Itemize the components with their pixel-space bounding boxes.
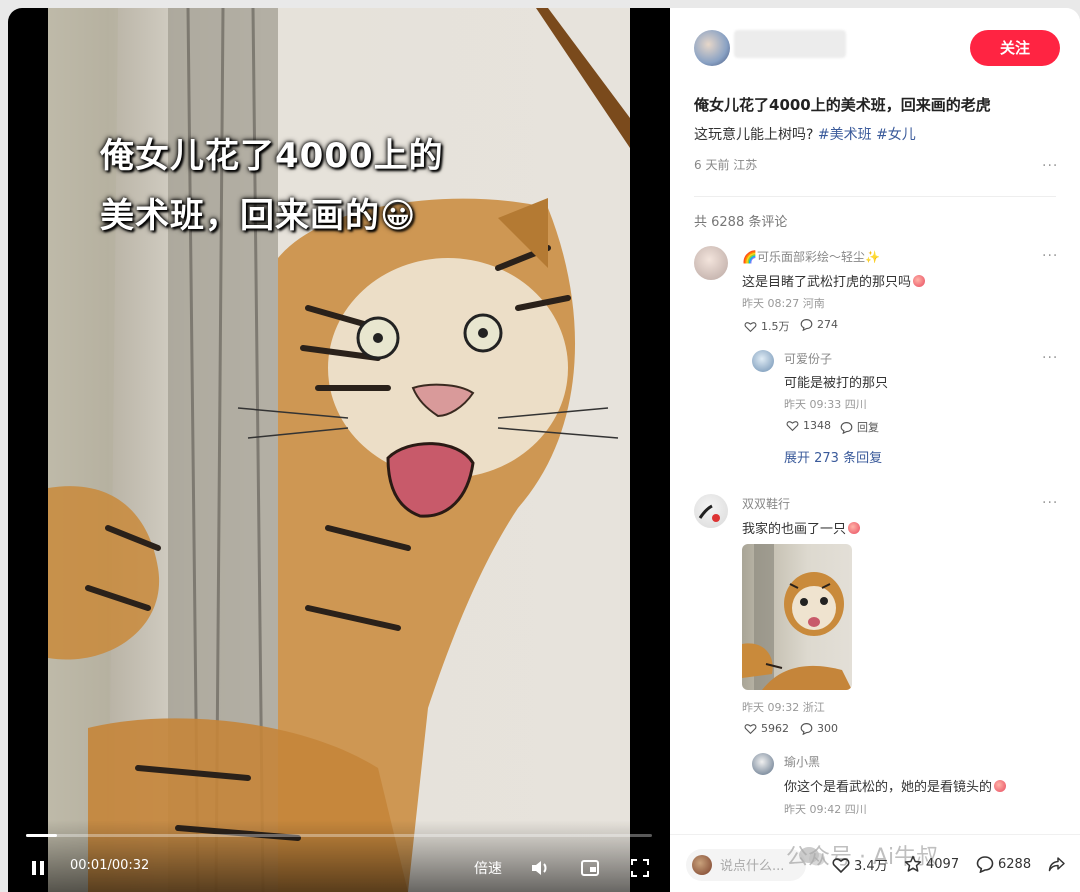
comment-image-tiger[interactable] [742, 544, 852, 690]
commenter-name[interactable]: 瑜小黑 [784, 753, 820, 770]
video-caption-overlay: 俺女儿花了4000上的 美术班，回来画的😀 [100, 126, 444, 246]
hashtag-art-class[interactable]: #美术班 [818, 127, 872, 143]
like-button[interactable]: 3.4万 [832, 855, 888, 874]
fullscreen-icon[interactable] [630, 858, 650, 878]
comment-text-body: 这是目睹了武松打虎的那只吗 [742, 275, 912, 290]
comment-reply[interactable]: 回复 [840, 419, 879, 435]
like-count: 1.5万 [761, 320, 790, 333]
video-player[interactable]: 俺女儿花了4000上的 美术班，回来画的😀 00:01/00:32 倍速 [8, 8, 670, 892]
comment-icon [800, 723, 813, 735]
comment-button[interactable]: 6288 [976, 855, 1031, 873]
likes-count: 3.4万 [854, 859, 888, 874]
comment-meta: 昨天 08:27 河南 [742, 297, 825, 310]
comment-icon [976, 856, 994, 873]
grin-emoji: 😀 [380, 196, 417, 236]
comment-like[interactable]: 1348 [786, 419, 831, 432]
reply-count: 274 [817, 318, 838, 331]
comment-more-icon[interactable]: ··· [1042, 495, 1058, 511]
divider [694, 196, 1056, 197]
user-avatar [692, 855, 712, 875]
comment-text: 可能是被打的那只 [784, 376, 889, 391]
comment-reply[interactable]: 300 [800, 722, 838, 735]
commenter-avatar[interactable] [694, 246, 728, 280]
post-desc-text: 这玩意儿能上树吗? [694, 127, 818, 143]
progress-fill [26, 834, 58, 837]
commenter-avatar[interactable] [752, 753, 774, 775]
video-controls: 00:01/00:32 倍速 [8, 820, 670, 892]
star-icon [904, 855, 922, 872]
collect-button[interactable]: 4097 [904, 855, 959, 873]
follow-button[interactable]: 关注 [970, 30, 1060, 66]
comment-icon [840, 421, 853, 434]
video-frame: 俺女儿花了4000上的 美术班，回来画的😀 [48, 8, 630, 892]
reply-count: 300 [817, 722, 838, 735]
comment-meta: 昨天 09:33 四川 [784, 398, 867, 411]
heart-icon [744, 724, 757, 735]
commenter-avatar[interactable] [752, 350, 774, 372]
note-detail-panel: 关注 俺女儿花了4000上的美术班，回来画的老虎 这玩意儿能上树吗? #美术班 … [670, 8, 1080, 892]
post-more-icon[interactable]: ··· [1042, 158, 1058, 174]
comment-more-icon[interactable]: ··· [1042, 248, 1058, 264]
speed-button[interactable]: 倍速 [474, 858, 502, 878]
peach-emoji-icon [913, 275, 926, 287]
comment-reply[interactable]: 274 [800, 318, 838, 331]
time-display: 00:01/00:32 [70, 858, 150, 873]
heart-icon [786, 421, 799, 432]
reply-label: 回复 [857, 421, 879, 434]
stars-count: 4097 [926, 856, 960, 872]
peach-emoji-icon [994, 780, 1007, 792]
peach-emoji-icon [848, 522, 861, 534]
expand-replies-link[interactable]: 展开 273 条回复 [784, 447, 882, 466]
comment-text: 我家的也画了一只 [742, 518, 861, 537]
post-description: 这玩意儿能上树吗? #美术班 #女儿 [694, 124, 916, 144]
heart-icon [832, 857, 850, 873]
comment-count: 共 6288 条评论 [694, 215, 788, 230]
volume-icon[interactable] [530, 858, 550, 878]
comment-meta: 昨天 09:42 四川 [784, 803, 867, 816]
share-button[interactable] [1048, 855, 1066, 873]
commenter-name[interactable]: 可爱份子 [784, 350, 832, 367]
comments-count: 6288 [998, 856, 1032, 872]
comment-meta: 昨天 09:32 浙江 [742, 701, 825, 714]
like-count: 1348 [803, 419, 831, 432]
comment-text-body: 我家的也画了一只 [742, 522, 847, 537]
author-name-blurred[interactable] [734, 30, 846, 58]
post-meta: 6 天前 江苏 [694, 158, 758, 172]
like-count: 5962 [761, 722, 789, 735]
comment-text: 这是目睹了武松打虎的那只吗 [742, 271, 926, 290]
comment-icon [800, 319, 813, 331]
commenter-name[interactable]: 双双鞋行 [742, 495, 790, 512]
progress-bar[interactable] [26, 834, 652, 837]
caption-line-1: 俺女儿花了4000上的 [100, 136, 444, 176]
comment-like[interactable]: 5962 [744, 722, 789, 735]
author-avatar[interactable] [694, 30, 730, 66]
engagement-bar: 公众号 · Ai牛叔 3.4万 4097 6288 [670, 834, 1080, 892]
post-title: 俺女儿花了4000上的美术班，回来画的老虎 [694, 96, 991, 114]
heart-icon [744, 321, 757, 332]
commenter-avatar[interactable] [694, 494, 728, 528]
comment-text-body: 你这个是看武松的，她的是看镜头的 [784, 780, 993, 795]
share-icon [1048, 857, 1065, 872]
hashtag-daughter[interactable]: #女儿 [876, 127, 916, 143]
caption-line-2: 美术班，回来画的 [100, 196, 380, 236]
commenter-name[interactable]: 🌈可乐面部彩绘～轻尘✨ [742, 248, 880, 265]
comment-like[interactable]: 1.5万 [744, 318, 790, 334]
comment-text: 你这个是看武松的，她的是看镜头的 [784, 776, 1007, 795]
comment-more-icon[interactable]: ··· [1042, 350, 1058, 366]
pause-icon[interactable] [28, 858, 48, 878]
note-modal: 俺女儿花了4000上的 美术班，回来画的😀 00:01/00:32 倍速 关注 … [8, 8, 1080, 892]
pip-icon[interactable] [580, 858, 600, 878]
